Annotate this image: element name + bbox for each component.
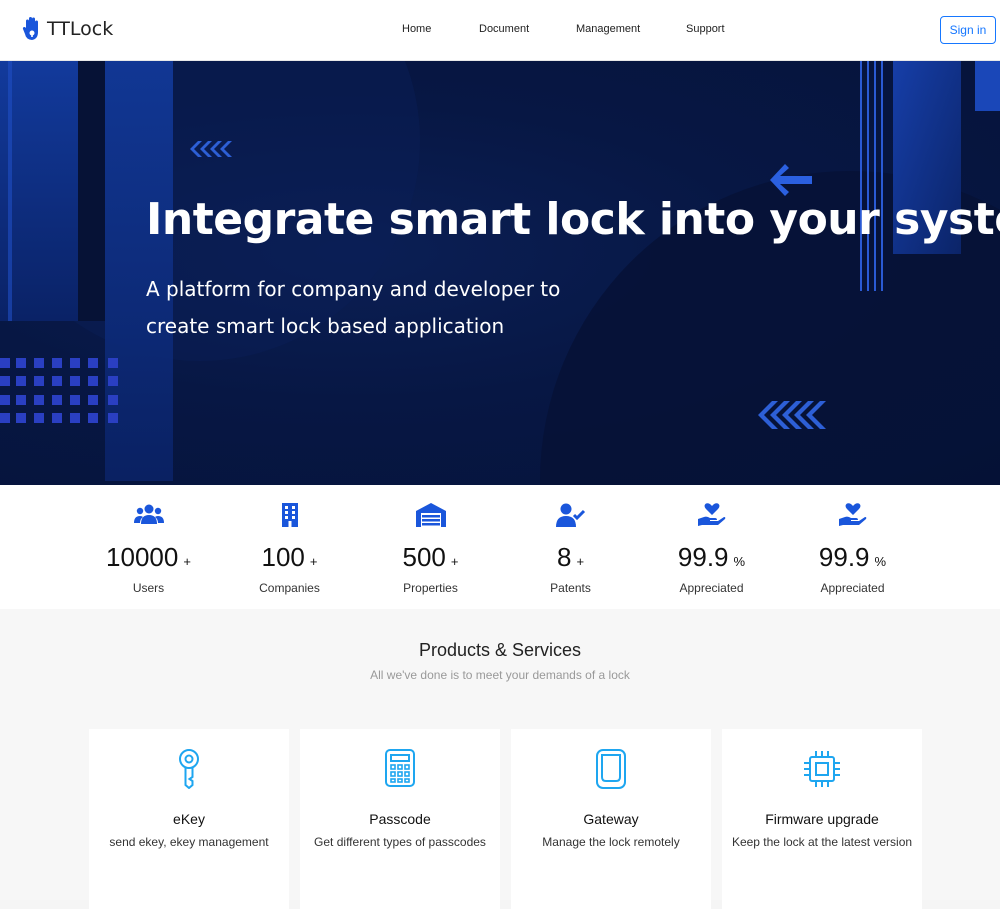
gateway-icon	[595, 749, 627, 794]
keypad-icon	[384, 749, 416, 792]
product-card-passcode[interactable]: Passcode Get different types of passcode…	[300, 729, 500, 909]
card-description: Get different types of passcodes	[314, 835, 486, 849]
stat-patents: 8 + Patents	[500, 485, 641, 609]
user-check-icon	[555, 503, 586, 532]
building-icon	[280, 503, 300, 532]
hero-title: Integrate smart lock into your system	[146, 194, 1000, 245]
card-title: eKey	[173, 811, 205, 827]
stat-value: 10000 +	[106, 542, 191, 572]
hero-banner: Integrate smart lock into your system A …	[0, 61, 1000, 485]
hand-heart-icon	[838, 503, 867, 532]
stat-value: 500 +	[402, 542, 459, 572]
stat-label: Appreciated	[679, 581, 744, 595]
nav-support[interactable]: Support	[686, 23, 725, 35]
section-title: Products & Services	[418, 640, 582, 660]
users-icon	[133, 503, 164, 530]
product-card-ekey[interactable]: eKey send ekey, ekey management	[89, 729, 289, 909]
nav-management[interactable]: Management	[576, 23, 640, 35]
stat-label: Patents	[550, 581, 591, 595]
card-description: Keep the lock at the latest version	[731, 835, 913, 849]
top-header: TTLock Home Document Management Support …	[0, 0, 1000, 61]
hero-subtitle-line-2: create smart lock based application	[146, 314, 505, 338]
products-section: Products & Services All we've done is to…	[0, 609, 1000, 909]
stat-appreciated: 99.9% Appreciated	[782, 485, 923, 609]
chip-icon	[802, 749, 842, 794]
nav-document[interactable]: Document	[479, 23, 529, 35]
stat-properties: 500 + Properties	[360, 485, 501, 609]
stat-value: 8 +	[556, 542, 585, 572]
stat-value: 100 +	[261, 542, 318, 572]
stat-label: Users	[132, 581, 165, 595]
stat-value: 99.9%	[677, 542, 746, 572]
stat-value: 99.9%	[818, 542, 887, 572]
stat-appreciated: 99.9% Appreciated	[641, 485, 782, 609]
stats-bar: 10000 + Users 100 + Companies 500 + Prop…	[0, 485, 1000, 609]
nav-home[interactable]: Home	[402, 23, 431, 35]
warehouse-icon	[415, 503, 446, 532]
product-card-firmware[interactable]: Firmware upgrade Keep the lock at the la…	[722, 729, 922, 909]
stat-label: Properties	[403, 581, 458, 595]
product-card-gateway[interactable]: Gateway Manage the lock remotely	[511, 729, 711, 909]
hand-heart-icon	[697, 503, 726, 532]
key-icon	[177, 749, 201, 794]
sign-in-button[interactable]: Sign in	[940, 16, 996, 44]
card-description: Manage the lock remotely	[542, 835, 680, 849]
stat-users: 10000 + Users	[78, 485, 219, 609]
hero-subtitle: A platform for company and developer to …	[146, 271, 560, 345]
stat-companies: 100 + Companies	[219, 485, 360, 609]
section-subtitle: All we've done is to meet your demands o…	[370, 668, 630, 682]
stat-label: Appreciated	[820, 581, 885, 595]
card-description: send ekey, ekey management	[109, 835, 269, 849]
card-title: Firmware upgrade	[765, 811, 879, 827]
hero-subtitle-line-1: A platform for company and developer to	[146, 277, 561, 301]
main-nav: Home Document Management Support	[0, 23, 1000, 39]
card-title: Gateway	[583, 811, 639, 827]
card-title: Passcode	[369, 811, 431, 827]
stat-label: Companies	[259, 581, 320, 595]
